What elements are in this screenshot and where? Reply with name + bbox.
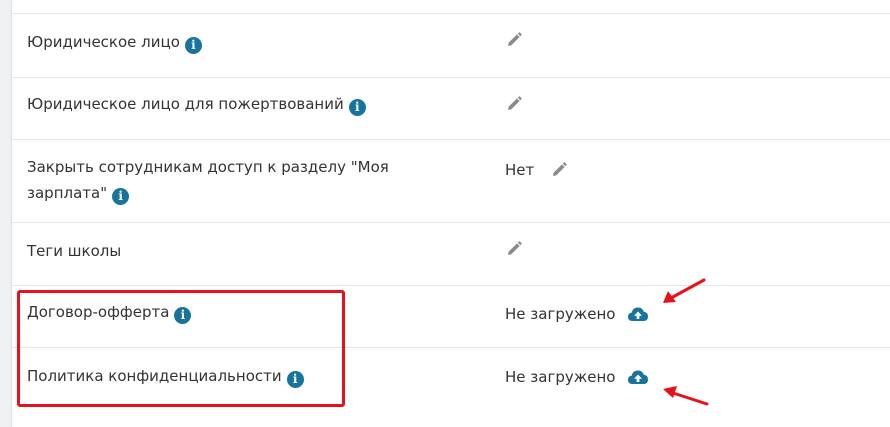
pencil-icon[interactable] [550,161,568,179]
setting-value [505,31,523,49]
info-icon[interactable]: i [174,307,192,324]
setting-row-salary-access: Закрыть сотрудникам доступ к разделу "Мо… [12,139,890,222]
pencil-icon[interactable] [505,31,523,49]
setting-value-text: Не загружено [505,305,616,323]
cloud-upload-icon[interactable] [627,368,649,386]
setting-value-text: Не загружено [505,368,616,386]
setting-row-legal-entity: Юридическое лицо i [12,13,890,77]
setting-label-text: Юридическое лицо для пожертвований [27,95,344,113]
pencil-icon[interactable] [505,240,523,258]
setting-label-text: зарплата" [27,184,108,202]
setting-label-text: Юридическое лицо [27,33,180,51]
setting-label-text: Договор-офферта [27,303,170,321]
setting-label-text: Закрыть сотрудникам доступ к разделу "Мо… [27,158,389,176]
setting-label-text: Теги школы [27,242,122,260]
info-icon[interactable]: i [286,371,304,388]
setting-value: Не загружено [505,301,649,327]
setting-label: Договор-офферта i [27,299,437,325]
setting-row-offer-contract: Договор-офферта i Не загружено [12,285,890,347]
setting-label: Юридическое лицо i [27,29,437,55]
setting-value: Нет [505,157,568,183]
setting-label: Юридическое лицо для пожертвований i [27,91,437,117]
cloud-upload-icon[interactable] [627,305,649,323]
setting-value: Не загружено [505,364,649,390]
settings-table: Юридическое лицо i Юридическое лицо для п… [12,0,890,427]
info-icon[interactable]: i [112,188,130,205]
setting-value-text: Нет [505,161,535,179]
left-gutter [0,0,12,427]
info-icon[interactable]: i [184,37,202,54]
setting-row-donations-entity: Юридическое лицо для пожертвований i [12,77,890,139]
setting-value [505,240,523,258]
setting-label: Теги школы [27,238,437,264]
setting-value [505,95,523,113]
setting-label: Закрыть сотрудникам доступ к разделу "Мо… [27,154,437,206]
setting-label-text: Политика конфиденциальности [27,367,282,385]
pencil-icon[interactable] [505,95,523,113]
info-icon[interactable]: i [348,99,366,116]
setting-row-privacy-policy: Политика конфиденциальности i Не загружен… [12,347,890,427]
setting-label: Политика конфиденциальности i [27,363,437,389]
setting-row-school-tags: Теги школы [12,222,890,285]
